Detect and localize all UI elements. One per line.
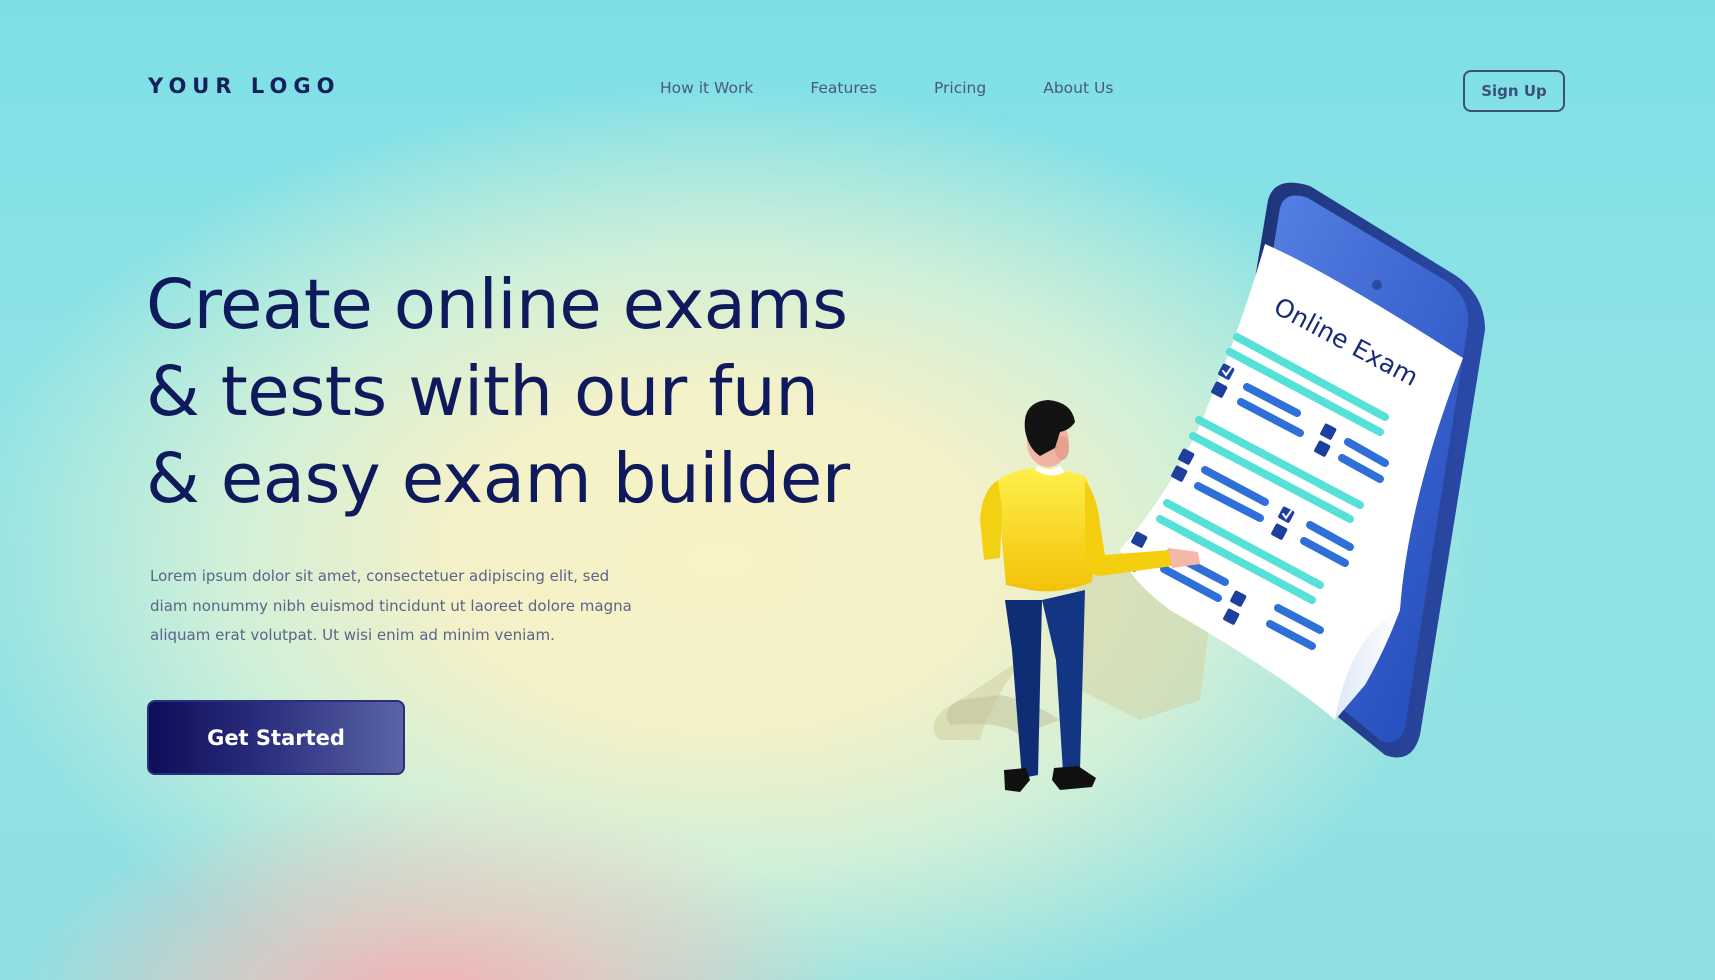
headline-line: Create online exams (146, 265, 848, 345)
nav-link-about-us[interactable]: About Us (1043, 79, 1113, 97)
description-line: Lorem ipsum dolor sit amet, consectetuer… (150, 567, 610, 585)
description-line: aliquam erat volutpat. Ut wisi enim ad m… (150, 626, 555, 644)
nav-link-pricing[interactable]: Pricing (934, 79, 986, 97)
headline-line: & easy exam builder (146, 439, 850, 519)
top-nav: How it Work Features Pricing About Us (660, 79, 1170, 97)
landing-page: YOUR LOGO How it Work Features Pricing A… (0, 0, 1715, 980)
online-exam-illustration: Online Exam (933, 182, 1485, 792)
logo[interactable]: YOUR LOGO (148, 74, 340, 98)
hero-headline: Create online exams & tests with our fun… (146, 262, 946, 523)
nav-link-features[interactable]: Features (810, 79, 877, 97)
sign-up-button[interactable]: Sign Up (1463, 70, 1565, 112)
get-started-button[interactable]: Get Started (147, 700, 405, 775)
camera-icon (1372, 280, 1382, 290)
headline-line: & tests with our fun (146, 352, 819, 432)
nav-link-how-it-work[interactable]: How it Work (660, 79, 753, 97)
description-line: diam nonummy nibh euismod tincidunt ut l… (150, 596, 632, 615)
hero-description: Lorem ipsum dolor sit amet, consectetuer… (150, 562, 690, 651)
